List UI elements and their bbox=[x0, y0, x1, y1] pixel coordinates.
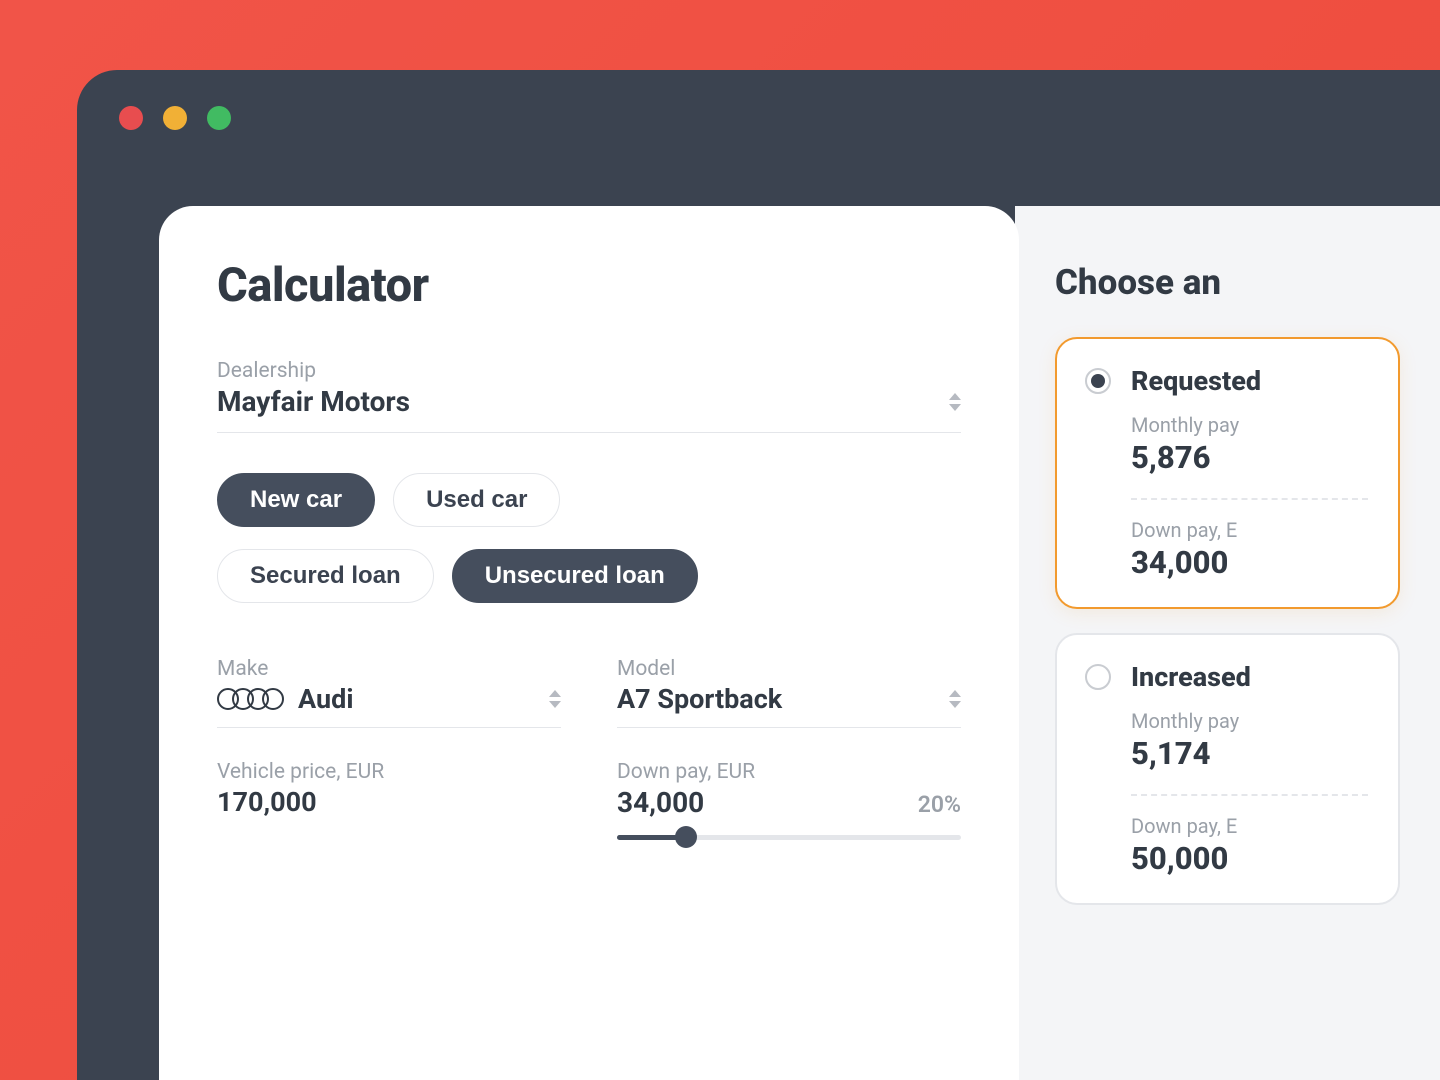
audi-logo-icon bbox=[217, 688, 284, 710]
window-close-icon[interactable] bbox=[119, 106, 143, 130]
divider bbox=[1131, 794, 1368, 796]
downpay-label: Down pay, E bbox=[1131, 814, 1368, 838]
down-pay-percent: 20% bbox=[918, 791, 961, 818]
app-window: Calculator Dealership Mayfair Motors New… bbox=[77, 70, 1440, 1080]
vehicle-price-field[interactable]: Vehicle price, EUR 170,000 bbox=[217, 760, 561, 845]
vehicle-price-label: Vehicle price, EUR bbox=[217, 760, 561, 784]
make-label: Make bbox=[217, 657, 561, 681]
radio-icon[interactable] bbox=[1085, 664, 1111, 690]
unsecured-loan-pill[interactable]: Unsecured loan bbox=[452, 549, 698, 603]
monthly-value: 5,876 bbox=[1131, 439, 1368, 476]
down-pay-field[interactable]: Down pay, EUR 34,000 20% bbox=[617, 760, 961, 845]
monthly-label: Monthly pay bbox=[1131, 709, 1368, 733]
loan-type-pills: Secured loan Unsecured loan bbox=[217, 549, 961, 603]
radio-icon[interactable] bbox=[1085, 368, 1111, 394]
downpay-value: 34,000 bbox=[1131, 544, 1368, 581]
model-label: Model bbox=[617, 657, 961, 681]
calculator-panel: Calculator Dealership Mayfair Motors New… bbox=[159, 206, 1019, 1080]
make-field[interactable]: Make Audi bbox=[217, 657, 561, 728]
chevron-sort-icon[interactable] bbox=[949, 393, 961, 411]
window-controls bbox=[119, 106, 231, 130]
dealership-value: Mayfair Motors bbox=[217, 385, 410, 418]
make-value: Audi bbox=[298, 683, 353, 715]
option-title: Requested bbox=[1131, 365, 1261, 397]
options-panel: Choose an Requested Monthly pay 5,876 Do… bbox=[1015, 206, 1440, 1080]
chevron-sort-icon[interactable] bbox=[949, 690, 961, 708]
model-field[interactable]: Model A7 Sportback bbox=[617, 657, 961, 728]
down-pay-label: Down pay, EUR bbox=[617, 760, 961, 784]
model-value: A7 Sportback bbox=[617, 683, 782, 715]
slider-handle-icon[interactable] bbox=[675, 826, 697, 848]
chevron-sort-icon[interactable] bbox=[549, 690, 561, 708]
side-title: Choose an bbox=[1055, 262, 1400, 303]
page-title: Calculator bbox=[217, 258, 961, 313]
divider bbox=[1131, 498, 1368, 500]
option-title: Increased bbox=[1131, 661, 1251, 693]
down-pay-value: 34,000 bbox=[617, 786, 704, 819]
secured-loan-pill[interactable]: Secured loan bbox=[217, 549, 434, 603]
car-type-pills: New car Used car bbox=[217, 473, 961, 527]
downpay-label: Down pay, E bbox=[1131, 518, 1368, 542]
down-pay-slider[interactable] bbox=[617, 831, 961, 845]
window-maximize-icon[interactable] bbox=[207, 106, 231, 130]
window-minimize-icon[interactable] bbox=[163, 106, 187, 130]
monthly-label: Monthly pay bbox=[1131, 413, 1368, 437]
used-car-pill[interactable]: Used car bbox=[393, 473, 560, 527]
option-card-requested[interactable]: Requested Monthly pay 5,876 Down pay, E … bbox=[1055, 337, 1400, 609]
downpay-value: 50,000 bbox=[1131, 840, 1368, 877]
new-car-pill[interactable]: New car bbox=[217, 473, 375, 527]
vehicle-price-value: 170,000 bbox=[217, 786, 561, 818]
monthly-value: 5,174 bbox=[1131, 735, 1368, 772]
dealership-field[interactable]: Dealership Mayfair Motors bbox=[217, 359, 961, 433]
dealership-label: Dealership bbox=[217, 359, 961, 383]
option-card-increased[interactable]: Increased Monthly pay 5,174 Down pay, E … bbox=[1055, 633, 1400, 905]
